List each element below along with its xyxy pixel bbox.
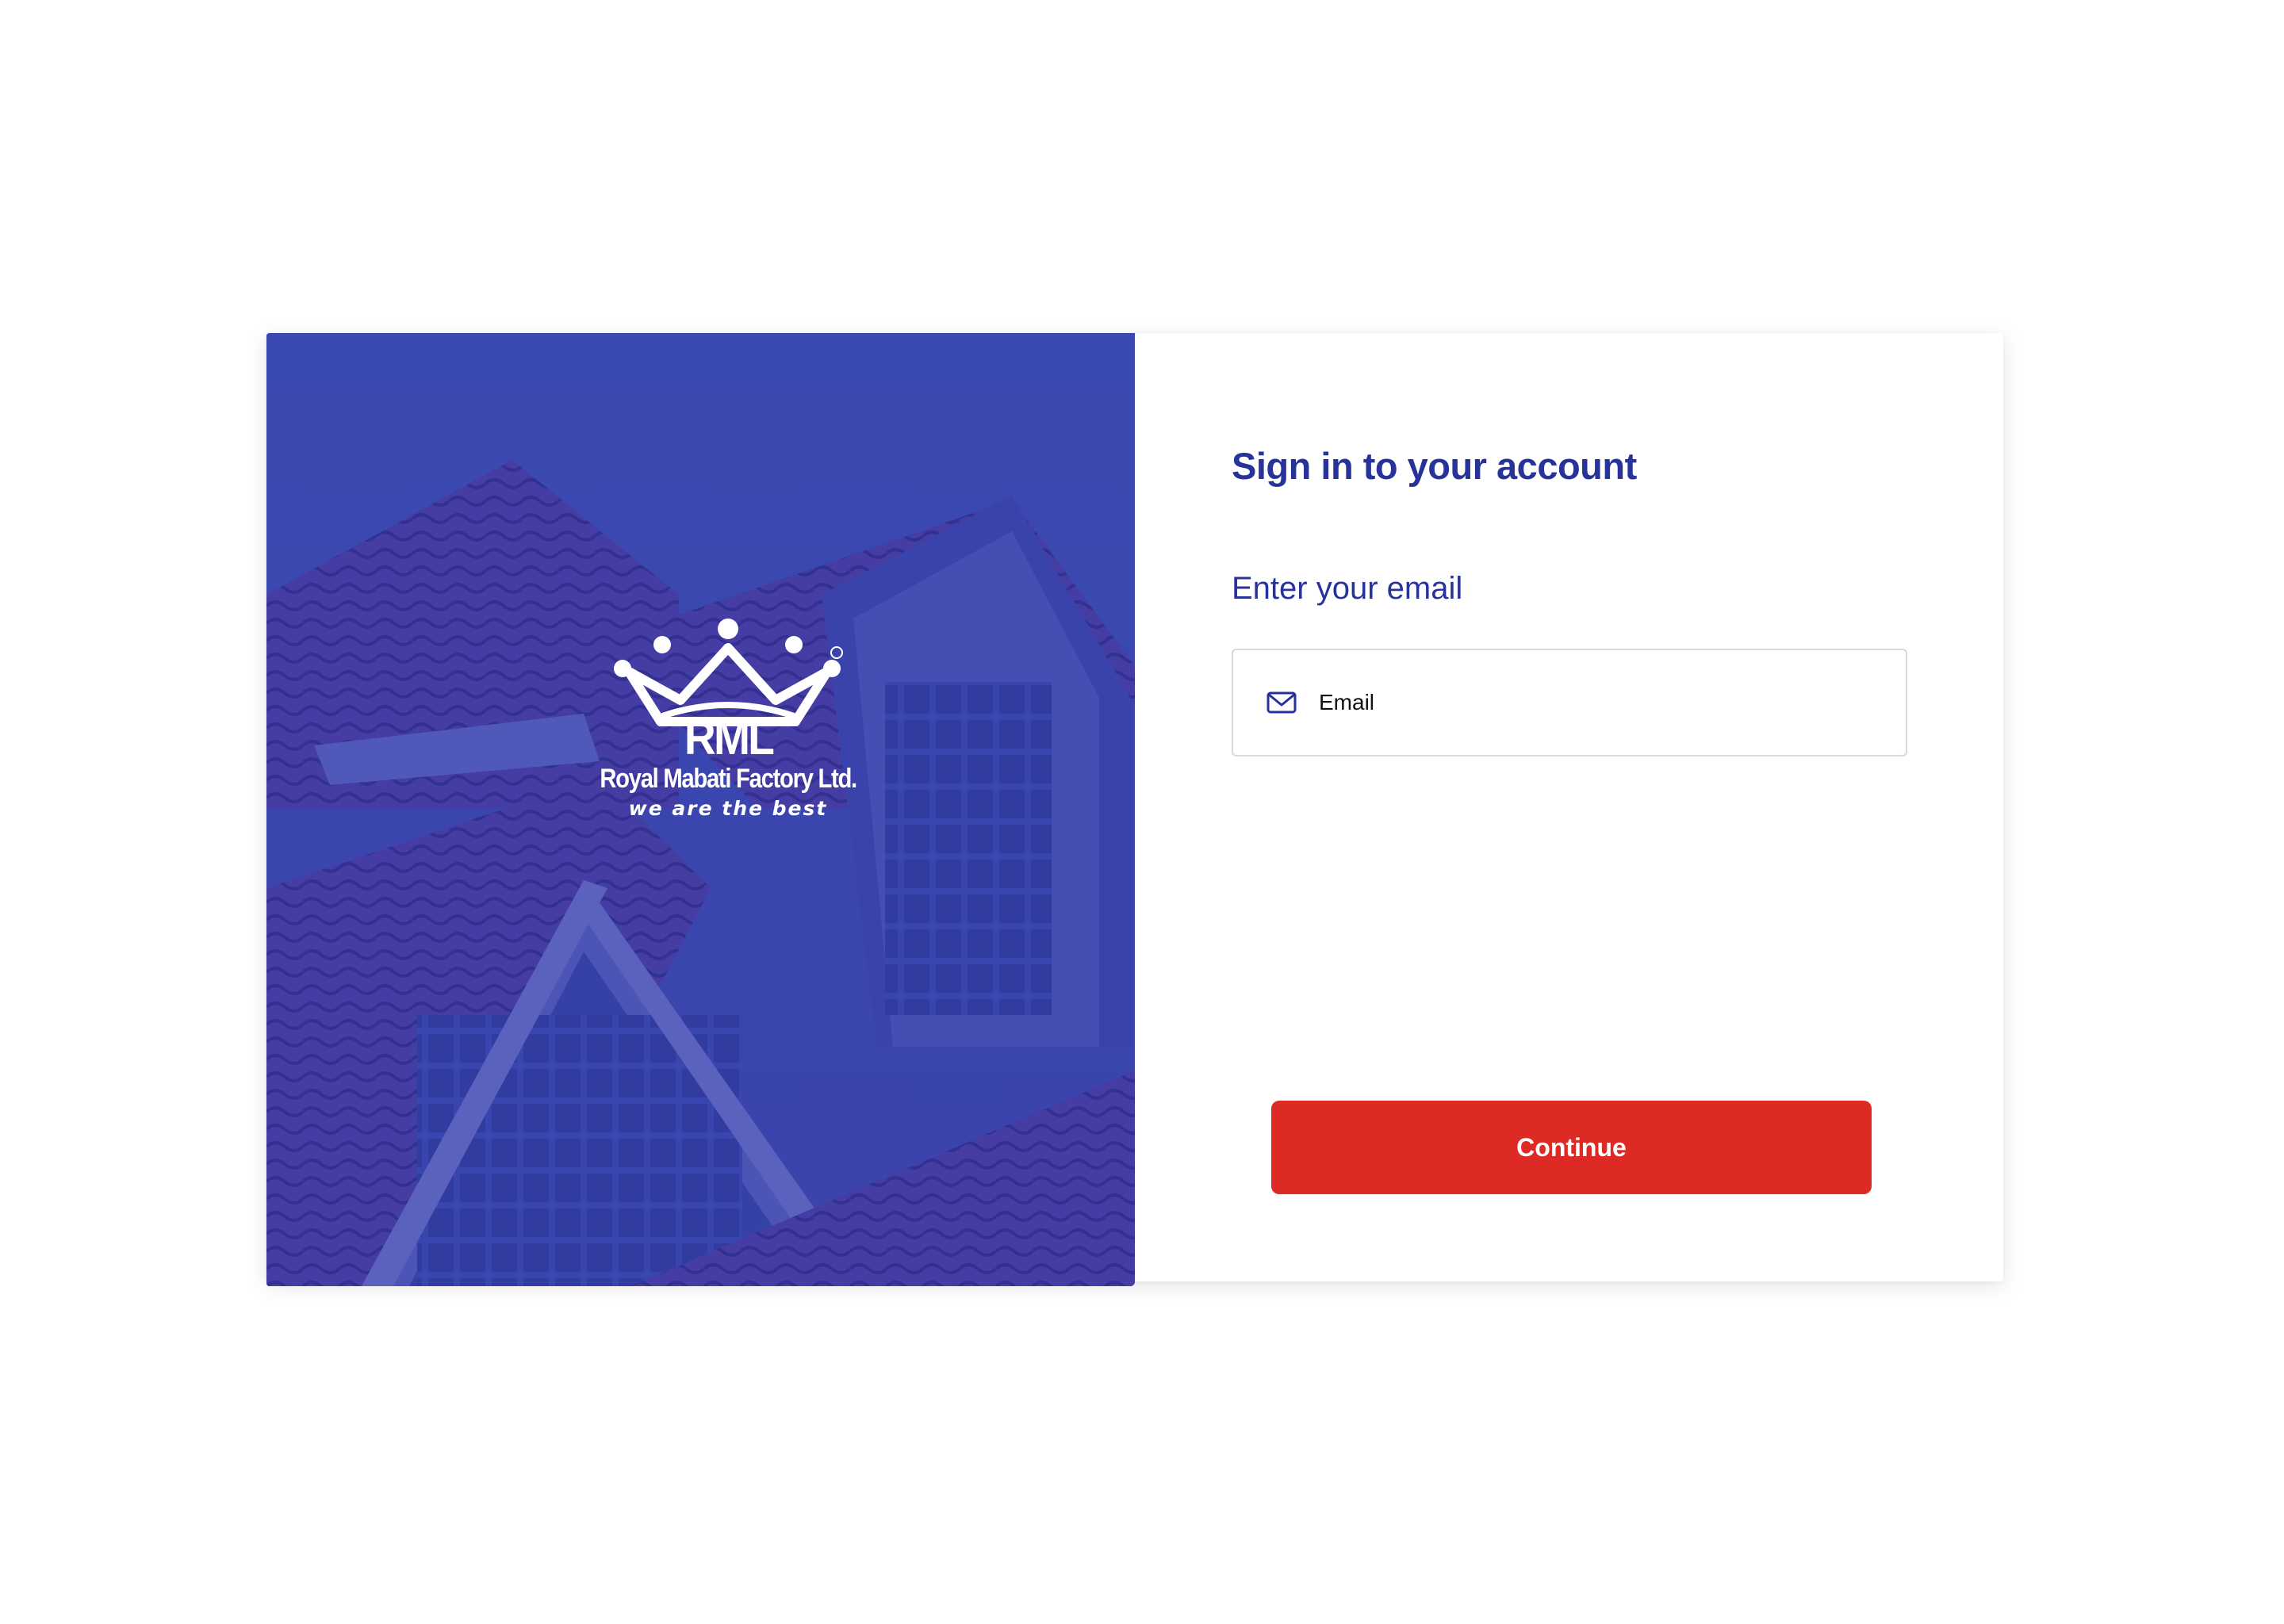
sign-in-card: RML Royal Mabati Factory Ltd. we are the… — [266, 333, 2003, 1286]
company-tagline: we are the best — [628, 797, 828, 820]
continue-button[interactable]: Continue — [1271, 1101, 1872, 1194]
mail-icon — [1267, 691, 1297, 714]
company-name: Royal Mabati Factory Ltd. — [600, 764, 857, 794]
page-title: Sign in to your account — [1232, 445, 1637, 487]
hero-panel: RML Royal Mabati Factory Ltd. we are the… — [266, 333, 1135, 1286]
email-input[interactable] — [1319, 679, 1874, 726]
logo-initials: RML — [684, 711, 774, 764]
email-label: Enter your email — [1232, 571, 1463, 606]
email-field[interactable] — [1232, 649, 1907, 756]
sign-in-form: Sign in to your account Enter your email… — [1135, 333, 2003, 1281]
company-logo: RML Royal Mabati Factory Ltd. we are the… — [593, 615, 863, 821]
